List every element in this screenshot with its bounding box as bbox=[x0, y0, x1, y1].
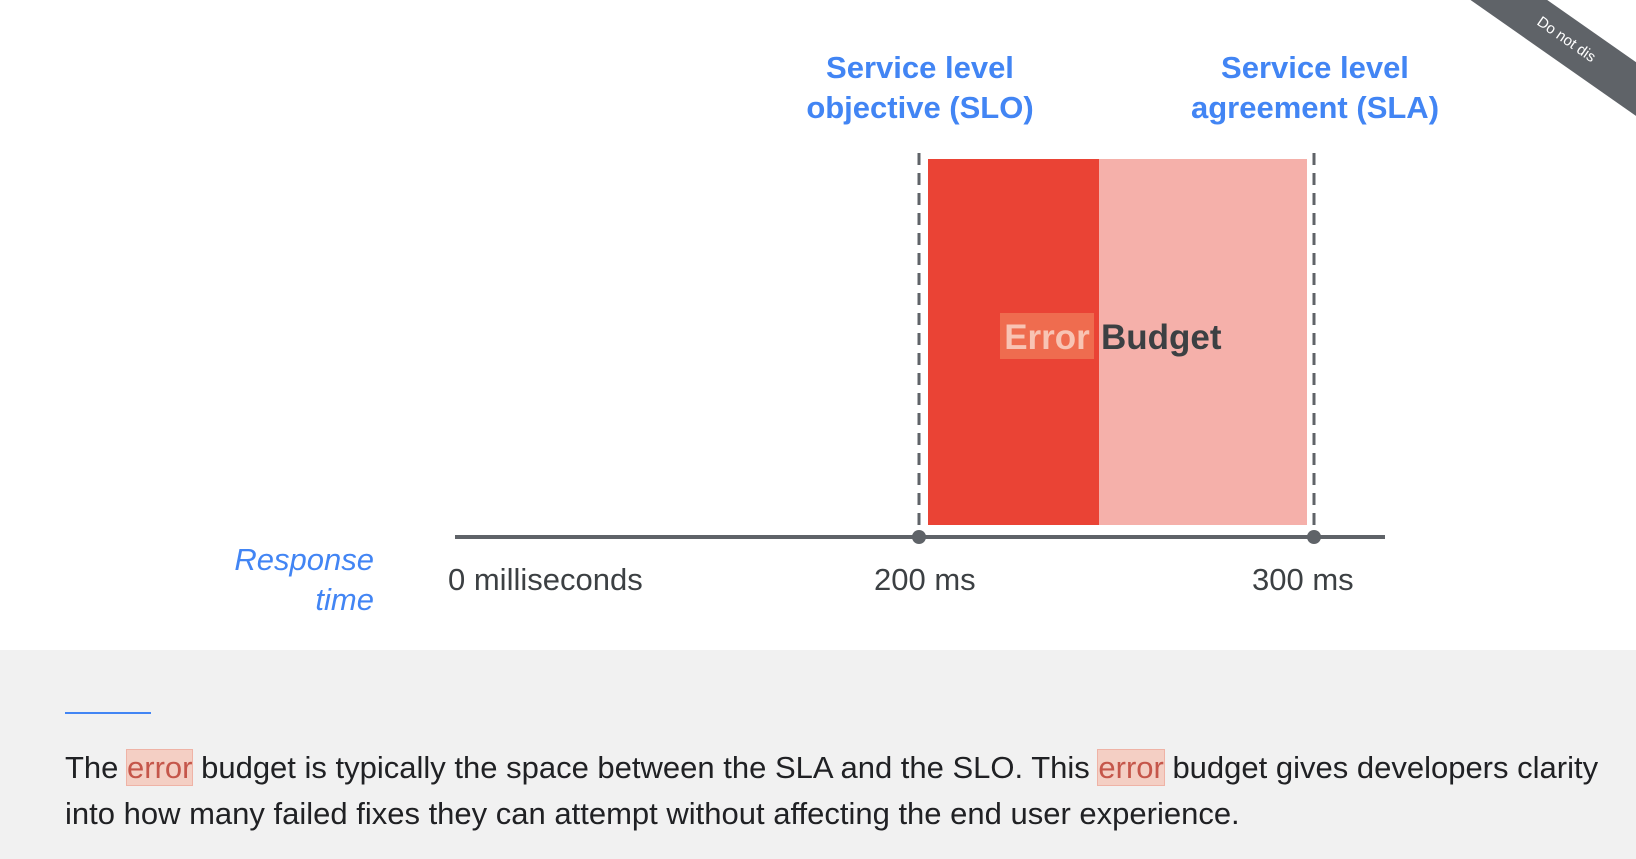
caption-part2: budget is typically the space between th… bbox=[192, 750, 1099, 785]
tick-label-300: 300 ms bbox=[1252, 562, 1354, 597]
tick-label-200: 200 ms bbox=[874, 562, 976, 597]
axis-title-line1: Response bbox=[234, 542, 374, 577]
axis-title-line2: time bbox=[315, 582, 374, 617]
caption-text: The error budget is typically the space … bbox=[65, 745, 1625, 837]
box-word-budget: Budget bbox=[1101, 318, 1222, 357]
tick-label-0: 0 milliseconds bbox=[448, 562, 643, 597]
slo-axis-point bbox=[912, 530, 926, 544]
axis-title: Response time bbox=[234, 540, 374, 620]
slide-area: Service level objective (SLO) Service le… bbox=[0, 0, 1636, 650]
caption-highlight-error-2: error bbox=[1097, 749, 1165, 786]
box-word-error: Error bbox=[1004, 318, 1090, 357]
caption-part1: The bbox=[65, 750, 128, 785]
caption-divider bbox=[65, 712, 151, 714]
caption-highlight-error-1: error bbox=[126, 749, 194, 786]
sla-axis-point bbox=[1307, 530, 1321, 544]
